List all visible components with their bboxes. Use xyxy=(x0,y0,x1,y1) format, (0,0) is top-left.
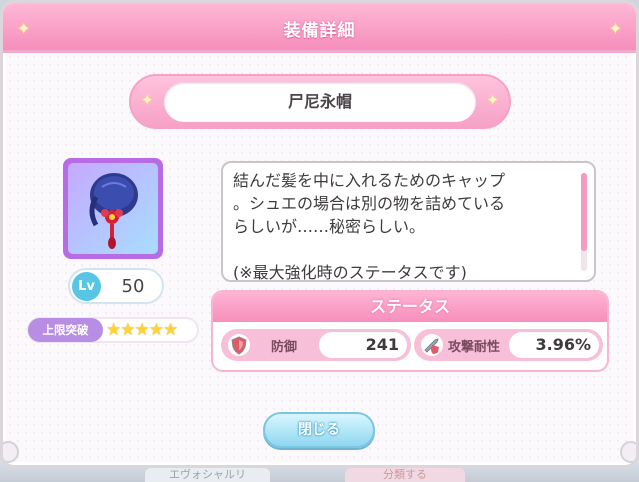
dialog-title: 装備詳細 xyxy=(283,21,356,41)
stat-value: 3.96% xyxy=(509,332,599,358)
limit-break-stars: ★★★★★ xyxy=(106,320,178,340)
background-tab: エヴォシャルリ xyxy=(145,468,270,482)
item-icon-frame xyxy=(63,158,163,259)
stat-attack-resistance: 攻撃耐性 3.96% xyxy=(414,329,603,361)
item-name: 尸尼永帽 xyxy=(164,82,476,122)
status-panel: ステータス 防御 241 攻撃耐性 3.96% xyxy=(211,290,609,372)
sparkle-icon: ✦ xyxy=(608,19,622,38)
background-tab: 分類する xyxy=(345,468,465,482)
stat-label: 防御 xyxy=(271,340,298,355)
dialog-header: ✦ 装備詳細 ✦ xyxy=(3,3,636,53)
sparkle-icon: ✦ xyxy=(141,91,154,109)
sword-shield-icon xyxy=(421,334,443,356)
shield-icon xyxy=(228,334,250,356)
blue-cap-icon xyxy=(68,163,158,254)
level-display: Lv 50 xyxy=(68,268,164,304)
item-description-box[interactable]: 結んだ髪を中に入れるためのキャップ 。シュエの場合は別の物を詰めている らしいが… xyxy=(221,161,596,282)
item-description: 結んだ髪を中に入れるためのキャップ 。シュエの場合は別の物を詰めている らしいが… xyxy=(233,171,506,282)
status-title: ステータス xyxy=(213,292,607,322)
stat-value: 241 xyxy=(319,332,407,358)
equipment-detail-dialog: ✦ 装備詳細 ✦ ✦ 尸尼永帽 ✦ Lv 50 上限突破 ★★★★★ 結んだ髪を… xyxy=(0,0,639,468)
limit-break-label: 上限突破 xyxy=(28,318,103,342)
level-badge: Lv xyxy=(72,272,101,301)
description-scrollbar[interactable] xyxy=(581,173,587,271)
corner-ornament-icon xyxy=(620,441,636,463)
limit-break-row: 上限突破 ★★★★★ xyxy=(27,317,199,343)
sparkle-icon: ✦ xyxy=(486,91,499,109)
item-name-bar: ✦ 尸尼永帽 ✦ xyxy=(129,74,511,129)
description-scrollbar-thumb[interactable] xyxy=(581,173,587,251)
stat-label: 攻撃耐性 xyxy=(448,340,501,355)
stat-defense: 防御 241 xyxy=(221,329,411,361)
level-value: 50 xyxy=(121,276,145,297)
close-button[interactable]: 閉じる xyxy=(263,412,375,448)
